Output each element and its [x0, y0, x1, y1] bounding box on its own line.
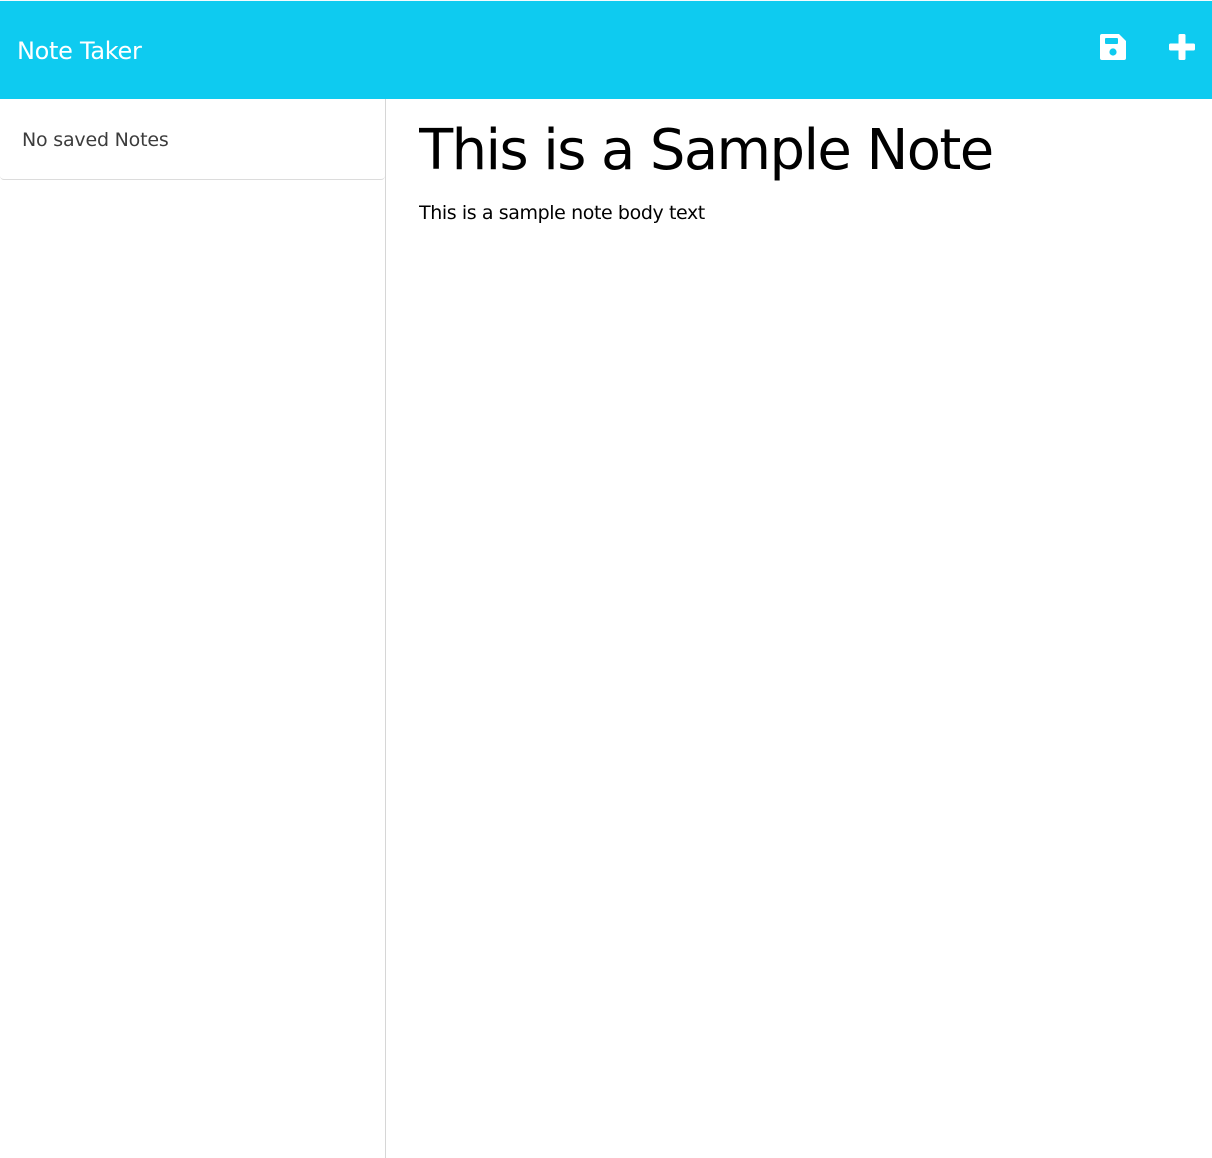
list-item: No saved Notes: [0, 99, 385, 180]
new-note-button[interactable]: [1162, 29, 1202, 69]
note-title-input[interactable]: [419, 115, 1199, 187]
save-note-button[interactable]: [1093, 29, 1133, 69]
note-body-textarea[interactable]: This is a sample note body text: [419, 199, 1199, 1139]
plus-icon: [1167, 32, 1197, 66]
floppy-disk-icon: [1098, 32, 1128, 66]
notes-sidebar: No saved Notes: [0, 99, 386, 1158]
navbar: Note Taker: [0, 0, 1212, 99]
note-editor: This is a sample note body text: [387, 99, 1212, 1158]
empty-notes-message: No saved Notes: [22, 129, 169, 151]
app-title[interactable]: Note Taker: [17, 34, 142, 68]
